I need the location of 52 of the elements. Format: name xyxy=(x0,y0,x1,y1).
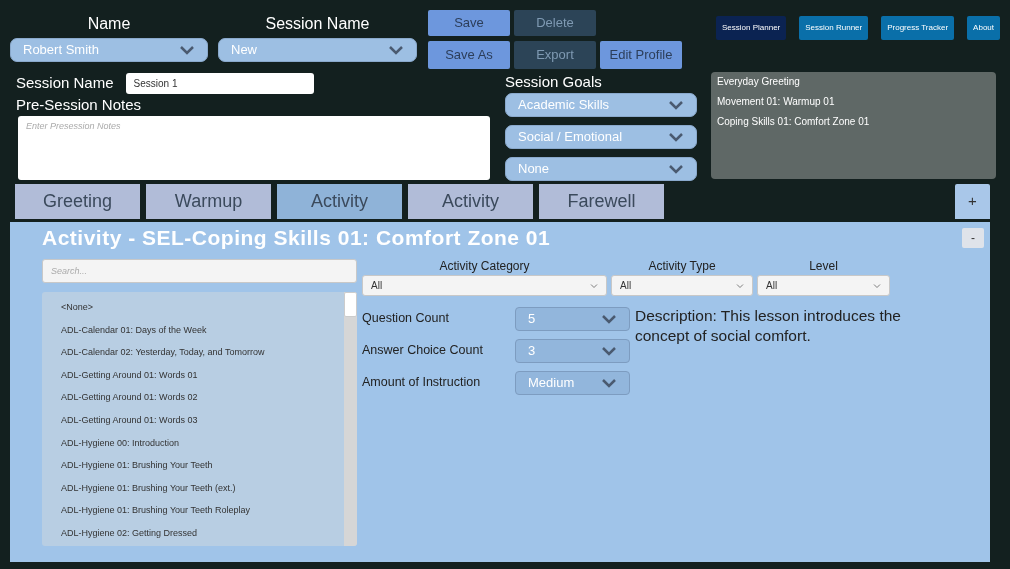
field-label: Session Name xyxy=(16,72,114,93)
summary-item: Movement 01: Warmup 01 xyxy=(717,95,836,109)
activity-list-item[interactable]: ADL-Hygiene 01: Brushing Your Teeth xyxy=(61,454,344,477)
chevron-down-icon xyxy=(736,282,744,289)
nav-button[interactable]: About xyxy=(967,16,1000,40)
field-label: Session Goals xyxy=(505,72,603,92)
activity-list-item[interactable]: ADL-Calendar 02: Yesterday, Today, and Tomorrow xyxy=(61,341,344,364)
nav-button[interactable]: Session Planner xyxy=(716,16,787,40)
activity-list-item[interactable]: ADL-Getting Around 01: Words 03 xyxy=(61,408,344,432)
action-button[interactable]: Edit Profile xyxy=(600,41,682,69)
chevron-down-icon xyxy=(873,282,881,289)
activity-list-item[interactable]: ADL-Getting Around 01: Words 01 xyxy=(61,363,344,387)
action-button[interactable]: Save xyxy=(428,10,510,36)
activity-list-item[interactable]: ADL-Hygiene 02: Getting Dressed xyxy=(61,521,344,545)
filter-label: Level xyxy=(809,258,838,275)
setting-label: Amount of Instruction xyxy=(362,374,482,392)
notes-field[interactable]: Enter Presession Notes xyxy=(18,116,490,180)
summary-item: Everyday Greeting xyxy=(717,75,801,89)
nav-button[interactable]: Progress Tracker xyxy=(881,16,955,40)
activity-list-item[interactable]: ADL-Hygiene 00: Introduction xyxy=(61,431,344,455)
dropdown[interactable]: All xyxy=(362,275,607,296)
activity-list-item[interactable]: ADL-Getting Around 01: Words 02 xyxy=(61,386,344,409)
filter-label: Activity Type xyxy=(648,258,716,275)
tab[interactable]: Activity xyxy=(408,184,533,219)
panel-title: Activity - SEL-Coping Skills 01: Comfort Zone 01 xyxy=(42,225,551,252)
search-field[interactable]: Search... xyxy=(42,259,357,283)
chevron-down-icon xyxy=(590,282,598,289)
activity-list-item[interactable]: ADL-Hygiene 01: Brushing Your Teeth (ext.) xyxy=(61,476,344,500)
scrollbar-thumb[interactable] xyxy=(344,292,357,317)
collapse-button[interactable]: - xyxy=(962,228,984,248)
activity-list-item[interactable]: <None> xyxy=(61,296,344,319)
summary-item: Coping Skills 01: Comfort Zone 01 xyxy=(717,115,871,129)
setting-label: Answer Choice Count xyxy=(362,342,484,360)
tab[interactable]: Activity xyxy=(277,184,402,219)
filter-label: Activity Category xyxy=(439,258,530,275)
dropdown[interactable]: All xyxy=(757,275,890,296)
session-name-field[interactable]: Session 1 xyxy=(125,72,314,94)
field-label: Name xyxy=(87,14,131,34)
tab[interactable]: Warmup xyxy=(146,184,271,219)
scrollbar[interactable] xyxy=(344,292,357,546)
setting-label: Question Count xyxy=(362,310,450,328)
field-label: Pre-Session Notes xyxy=(16,95,143,115)
activity-list-item[interactable]: ADL-Hygiene 01: Brushing Your Teeth Roleplay xyxy=(61,499,344,522)
tab[interactable]: Farewell xyxy=(539,184,664,219)
add-tab-button[interactable]: + xyxy=(955,184,990,219)
dropdown[interactable]: All xyxy=(611,275,753,296)
field-label: Session Name xyxy=(265,14,370,34)
tab[interactable]: Greeting xyxy=(15,184,140,219)
activity-list-item[interactable]: ADL-Calendar 01: Days of the Week xyxy=(61,318,344,342)
nav-button[interactable]: Session Runner xyxy=(799,16,869,40)
action-button[interactable]: Save As xyxy=(428,41,510,69)
activity-description: Description: This lesson introduces the concept of social comfort. xyxy=(635,306,902,346)
